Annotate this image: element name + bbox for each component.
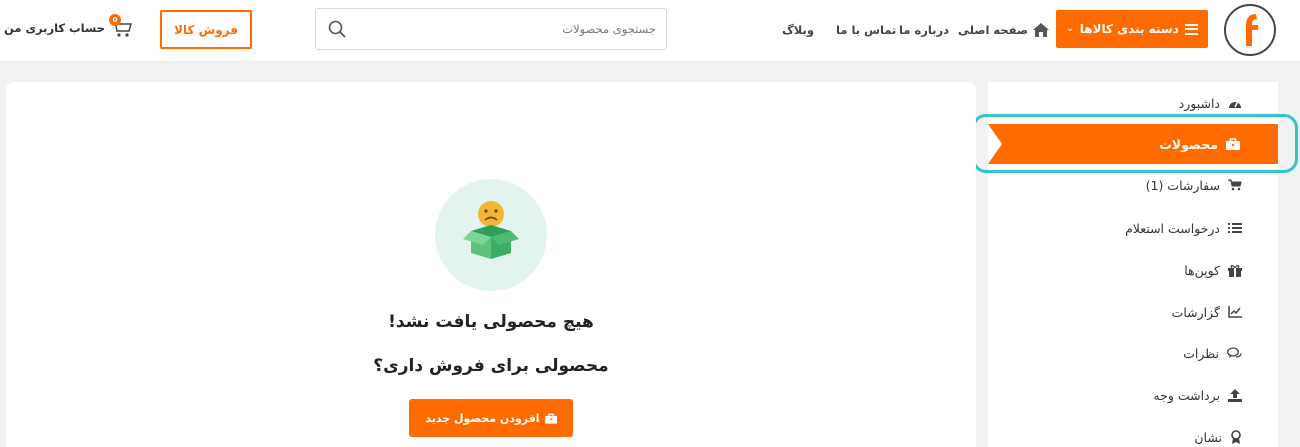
nav-about-label: درباره ما	[899, 23, 950, 37]
search-box	[315, 8, 667, 50]
sidebar-item-dashboard[interactable]: داشبورد	[1179, 92, 1242, 114]
nav-contact-label: تماس با ما	[836, 23, 897, 37]
categories-button[interactable]: دسته بندی کالاها ⌄	[1056, 10, 1208, 48]
empty-state-subtitle: محصولی برای فروش داری؟	[373, 356, 609, 376]
sidebar-item-label: سفارشات (1)	[1145, 177, 1220, 193]
briefcase-icon	[544, 413, 557, 424]
home-icon	[1033, 23, 1050, 37]
cart-icon	[1228, 179, 1242, 191]
comments-icon	[1227, 346, 1242, 358]
add-product-label: افزودن محصول جدید	[425, 411, 540, 425]
header: دسته بندی کالاها ⌄ صفحه اصلی درباره ما ت…	[0, 0, 1300, 62]
sidebar-item-label: نشان	[1194, 429, 1222, 445]
sidebar-item-comments[interactable]: نظرات	[1183, 342, 1242, 364]
sidebar-item-products-content: محصولات	[1159, 133, 1240, 155]
main-panel: هیچ محصولی یافت نشد! محصولی برای فروش دا…	[6, 82, 976, 447]
menu-icon	[1184, 23, 1198, 35]
sidebar-item-label: درخواست استعلام	[1125, 220, 1220, 236]
cart-button[interactable]: 0	[109, 14, 135, 40]
search-input[interactable]	[356, 9, 656, 49]
gift-icon	[1228, 264, 1242, 277]
empty-box-illustration	[435, 179, 547, 291]
nav-blog-label: وبلاگ	[782, 23, 814, 37]
f-logo-icon	[1246, 14, 1258, 46]
sidebar-item-label: کوپن‌ها	[1184, 262, 1220, 278]
sidebar-item-label: نظرات	[1183, 345, 1219, 361]
sell-button-label: فروش کالا	[174, 22, 238, 37]
sidebar-item-label: داشبورد	[1178, 95, 1220, 111]
sidebar-item-badges[interactable]: نشان	[1194, 426, 1242, 447]
nav-blog[interactable]: وبلاگ	[782, 20, 814, 40]
chevron-down-icon: ⌄	[1066, 24, 1074, 34]
sidebar-item-label: گزارشات	[1171, 304, 1220, 320]
categories-label: دسته بندی کالاها	[1079, 22, 1179, 36]
sidebar-item-withdraw[interactable]: برداشت وجه	[1153, 384, 1242, 406]
account-label: حساب کاربری من	[4, 21, 105, 35]
list-icon	[1228, 223, 1242, 233]
chart-icon	[1228, 306, 1242, 318]
nav-about[interactable]: درباره ما	[899, 20, 949, 40]
nav-home[interactable]: صفحه اصلی	[958, 20, 1050, 40]
sad-box-icon	[463, 201, 519, 259]
upload-icon	[1228, 388, 1242, 402]
sidebar-item-label: محصولات	[1159, 136, 1218, 152]
sidebar-item-orders[interactable]: سفارشات (1)	[1146, 174, 1242, 196]
sell-button[interactable]: فروش کالا	[160, 10, 252, 49]
nav-contact[interactable]: تماس با ما	[836, 20, 896, 40]
briefcase-icon	[1226, 138, 1240, 150]
nav-home-label: صفحه اصلی	[958, 23, 1029, 37]
sidebar-item-reports[interactable]: گزارشات	[1172, 301, 1242, 323]
add-product-button[interactable]: افزودن محصول جدید	[409, 399, 573, 437]
sidebar-item-label: برداشت وجه	[1153, 387, 1220, 403]
search-icon[interactable]	[328, 20, 346, 38]
badge-icon	[1231, 430, 1241, 444]
dashboard-icon	[1229, 100, 1241, 108]
sidebar-item-inquiries[interactable]: درخواست استعلام	[1125, 217, 1242, 239]
cart-count-badge: 0	[109, 14, 121, 26]
empty-state-title: هیچ محصولی یافت نشد!	[388, 312, 594, 332]
sidebar-item-products[interactable]: محصولات	[988, 124, 1278, 164]
account-link[interactable]: حساب کاربری من	[4, 21, 105, 35]
site-logo[interactable]	[1224, 4, 1276, 56]
sidebar-item-coupons[interactable]: کوپن‌ها	[1184, 259, 1242, 281]
